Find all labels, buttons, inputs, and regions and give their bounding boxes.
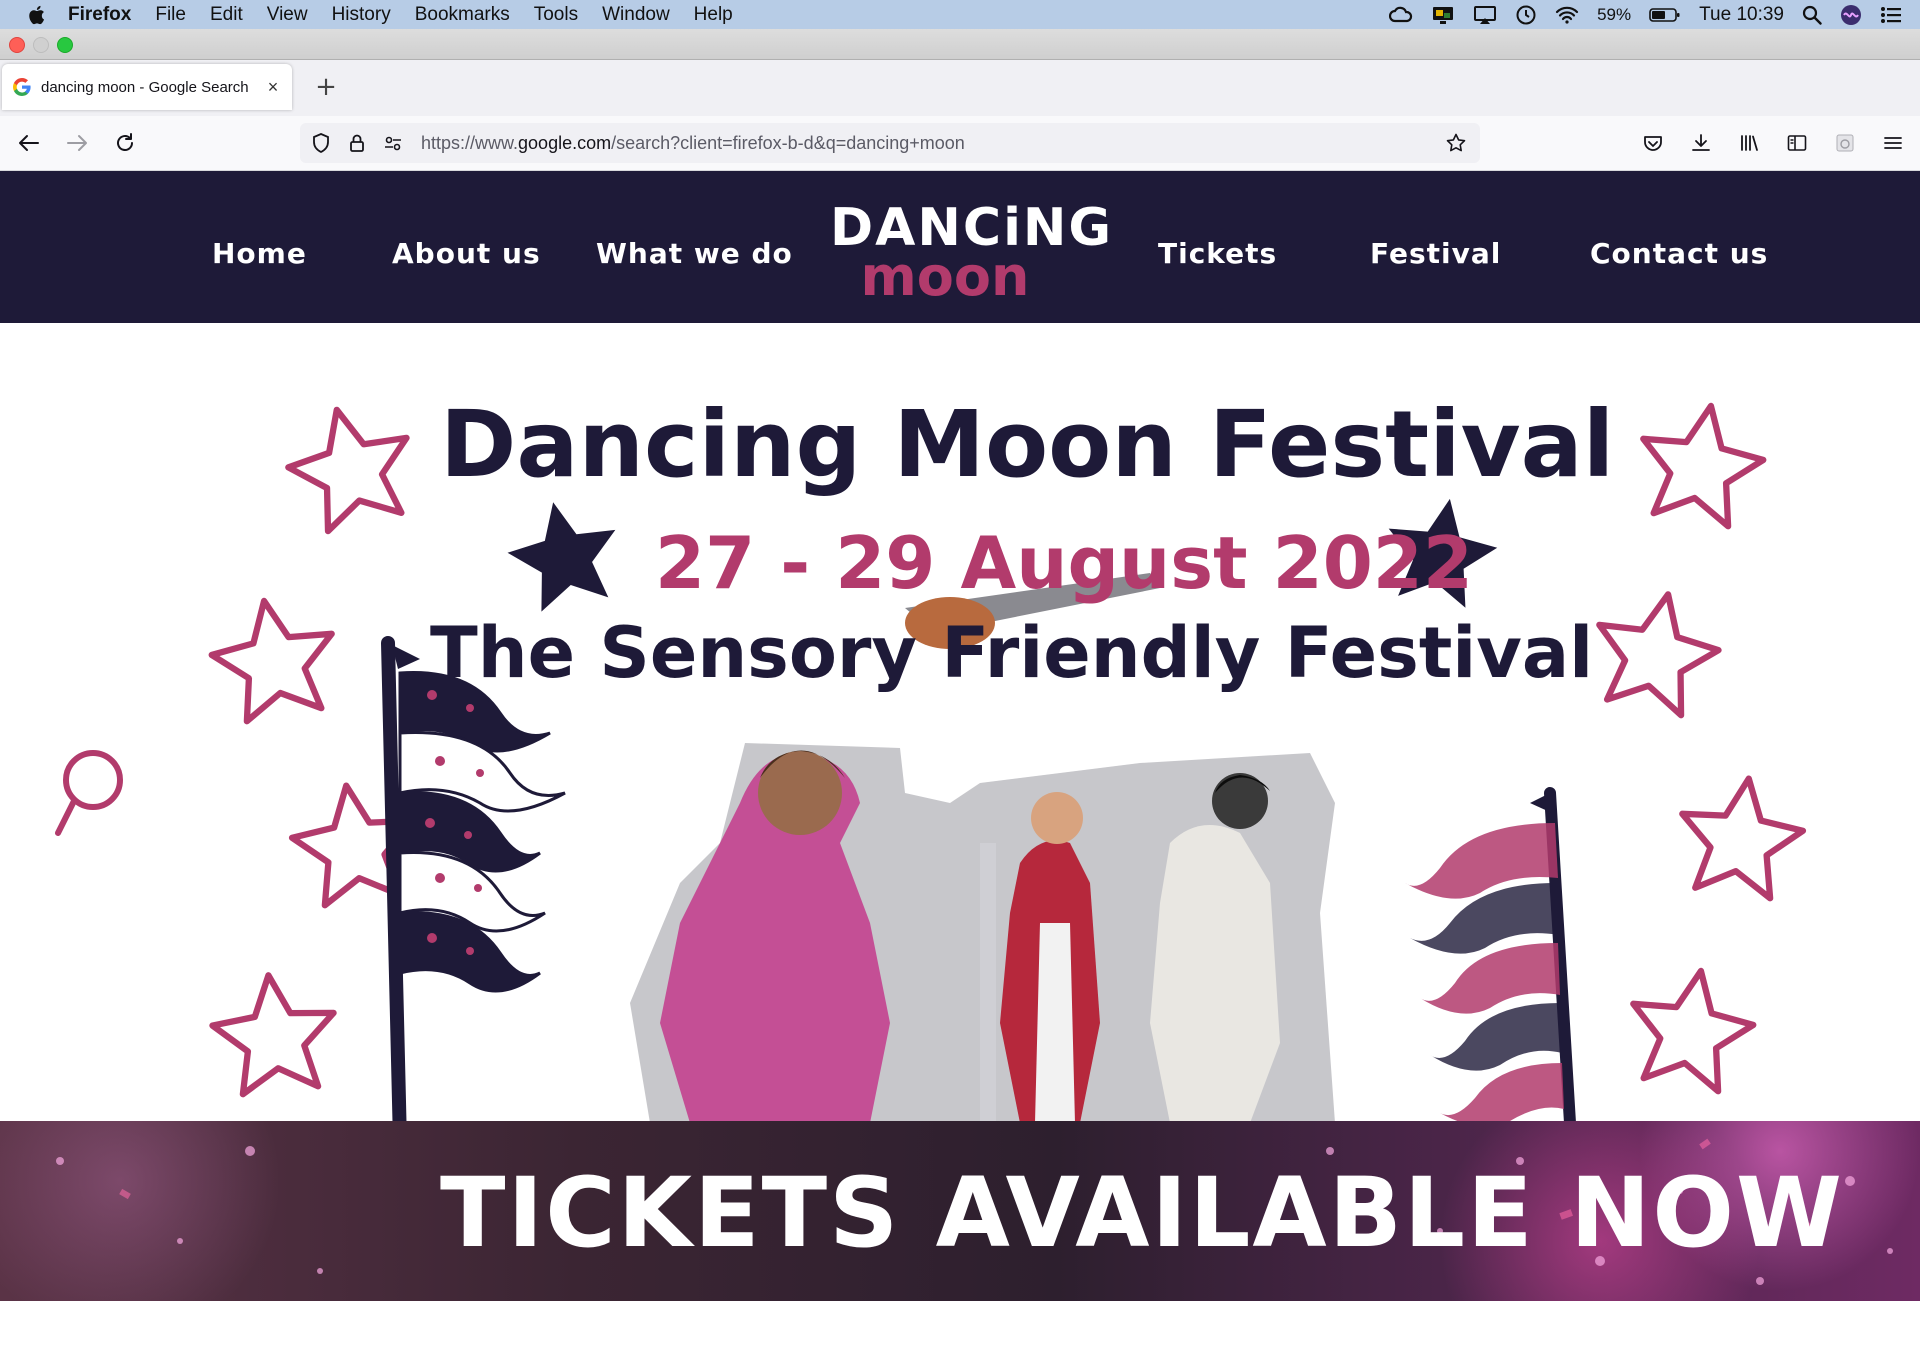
screen-share-icon[interactable]	[1431, 5, 1455, 25]
nav-festival[interactable]: Festival	[1370, 237, 1501, 270]
tickets-available-text[interactable]: TICKETS AVAILABLE NOW	[440, 1163, 1844, 1263]
back-arrow-icon	[19, 135, 39, 151]
sidebar-icon	[1787, 135, 1807, 151]
outline-star-icon	[208, 969, 341, 1097]
festival-title: Dancing Moon Festival	[440, 391, 1615, 498]
menu-tools[interactable]: Tools	[534, 4, 578, 26]
library-icon	[1741, 135, 1758, 151]
filled-star-icon	[499, 490, 629, 616]
right-flag-banner	[1405, 787, 1576, 1123]
tickets-banner[interactable]: TICKETS AVAILABLE NOW	[0, 1121, 1920, 1301]
menu-edit[interactable]: Edit	[210, 4, 243, 26]
new-tab-button[interactable]: +	[314, 74, 338, 100]
tab-title: dancing moon - Google Search	[41, 78, 249, 96]
menu-help[interactable]: Help	[694, 4, 733, 26]
outline-star-icon	[1621, 960, 1761, 1095]
search-magnifier-icon[interactable]	[55, 750, 123, 836]
pocket-icon	[1644, 136, 1662, 151]
bookmark-star-icon[interactable]	[1445, 132, 1467, 154]
page-content-below	[0, 1301, 1920, 1357]
nav-home[interactable]: Home	[212, 237, 307, 270]
downloads-button[interactable]	[1686, 128, 1716, 158]
sidebar-toggle-button[interactable]	[1782, 128, 1812, 158]
close-tab-icon[interactable]: ×	[262, 76, 284, 98]
reload-icon	[117, 133, 133, 151]
navigation-toolbar: https://www.google.com/search?client=fir…	[0, 116, 1920, 171]
battery-percent: 59%	[1597, 4, 1632, 24]
reload-button[interactable]	[110, 128, 140, 158]
outline-star-icon	[278, 395, 424, 537]
url-domain: google.com	[518, 133, 612, 153]
siri-icon[interactable]	[1840, 4, 1862, 26]
apple-icon[interactable]	[26, 4, 46, 26]
download-icon	[1692, 134, 1710, 151]
hamburger-menu-icon	[1884, 137, 1902, 149]
dancing-moon-logo[interactable]: DANCiNG moon	[830, 200, 1111, 310]
app-menu-button[interactable]	[1878, 128, 1908, 158]
lock-icon[interactable]	[346, 132, 368, 154]
address-bar[interactable]: https://www.google.com/search?client=fir…	[300, 123, 1480, 163]
tab-strip: dancing moon - Google Search × +	[0, 60, 1920, 116]
menu-window[interactable]: Window	[602, 4, 670, 26]
back-button[interactable]	[14, 128, 44, 158]
menu-view[interactable]: View	[267, 4, 308, 26]
outline-star-icon	[1672, 770, 1809, 901]
outline-star-icon	[1585, 582, 1728, 720]
control-center-icon[interactable]	[1880, 6, 1902, 24]
tab-dancing-moon-search[interactable]: dancing moon - Google Search ×	[2, 64, 292, 110]
menu-history[interactable]: History	[332, 4, 391, 26]
library-button[interactable]	[1734, 128, 1764, 158]
outline-star-icon	[1631, 395, 1771, 530]
outline-star-icon	[204, 590, 344, 725]
menu-bookmarks[interactable]: Bookmarks	[415, 4, 510, 26]
time-machine-icon[interactable]	[1515, 4, 1537, 26]
hero-section: Dancing Moon Festival 27 - 29 August 202…	[0, 323, 1920, 1123]
nav-about-us[interactable]: About us	[392, 237, 541, 270]
url-path: /search?client=firefox-b-d&q=dancing+moo…	[611, 133, 965, 153]
nav-tickets[interactable]: Tickets	[1158, 237, 1277, 270]
site-permissions-icon[interactable]	[382, 132, 404, 154]
extension-button[interactable]	[1830, 128, 1860, 158]
left-flag-banner	[381, 636, 566, 1123]
zoom-window-button[interactable]	[57, 37, 73, 53]
menubar-clock[interactable]: Tue 10:39	[1699, 4, 1784, 26]
macos-menubar: Firefox File Edit View History Bookmarks…	[0, 0, 1920, 29]
logo-moon-text: moon	[860, 245, 1030, 308]
url-text: https://www.google.com/search?client=fir…	[421, 133, 965, 154]
minimize-window-button[interactable]	[33, 37, 49, 53]
creative-cloud-icon[interactable]	[1389, 6, 1413, 24]
airplay-icon[interactable]	[1473, 5, 1497, 25]
nav-contact-us[interactable]: Contact us	[1590, 237, 1768, 270]
menu-app-firefox[interactable]: Firefox	[68, 4, 131, 26]
google-favicon-icon	[13, 78, 31, 96]
window-titlebar	[0, 29, 1920, 60]
spotlight-search-icon[interactable]	[1802, 5, 1822, 25]
wifi-icon[interactable]	[1555, 5, 1579, 25]
url-prefix: https://www.	[421, 133, 519, 153]
battery-icon[interactable]	[1649, 7, 1681, 23]
close-window-button[interactable]	[9, 37, 25, 53]
festival-dates: 27 - 29 August 2022	[655, 521, 1473, 605]
nav-what-we-do[interactable]: What we do	[596, 237, 793, 270]
forward-button[interactable]	[62, 128, 92, 158]
extension-icon	[1836, 134, 1854, 152]
forward-arrow-icon	[67, 135, 87, 151]
pocket-button[interactable]	[1638, 128, 1668, 158]
menu-file[interactable]: File	[155, 4, 186, 26]
festival-subtitle: The Sensory Friendly Festival	[430, 612, 1594, 694]
tracking-protection-shield-icon[interactable]	[310, 132, 332, 154]
